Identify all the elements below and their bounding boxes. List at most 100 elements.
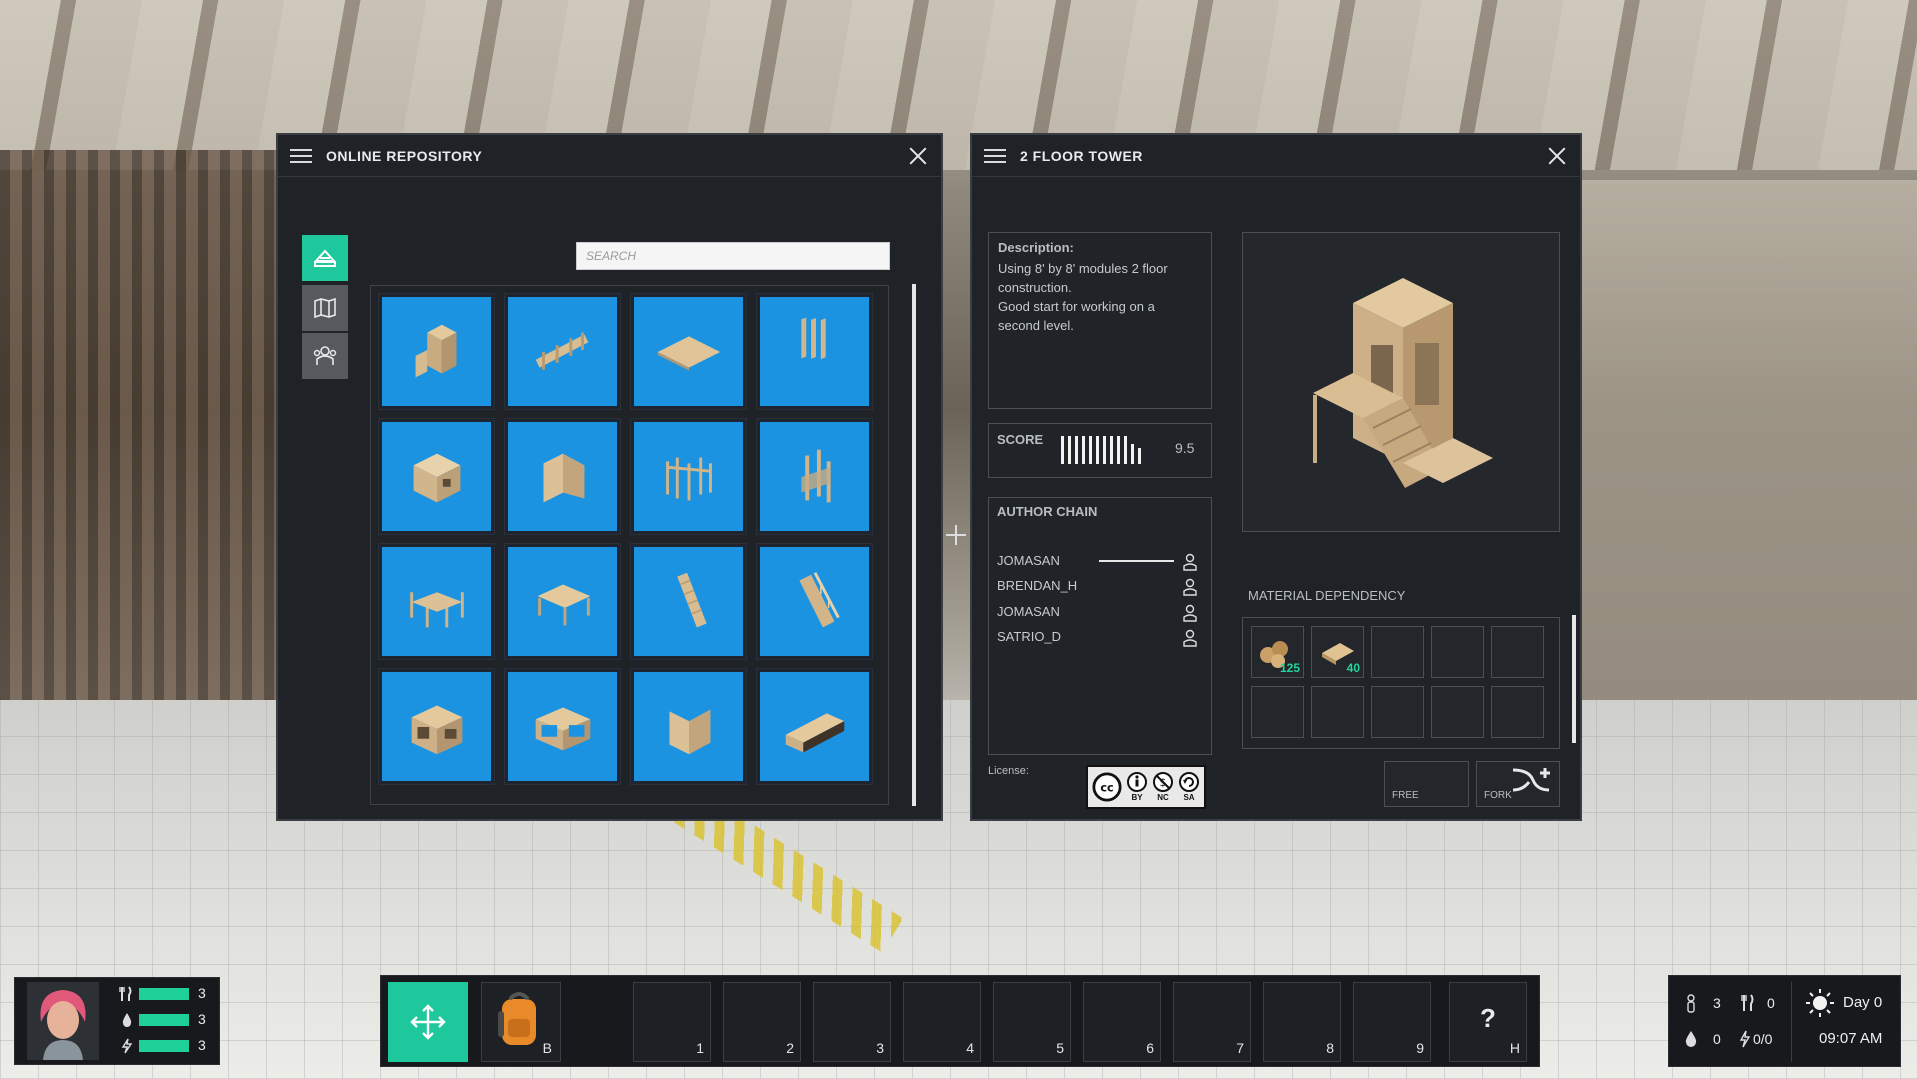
description-label: Description:: [998, 240, 1074, 255]
corner-wall-model: [543, 453, 584, 502]
attribution-icon: [1127, 772, 1147, 792]
blueprint-tile[interactable]: [630, 418, 747, 535]
material-slot[interactable]: 125: [1251, 626, 1304, 678]
hotbar-slot-5[interactable]: 5: [993, 982, 1071, 1062]
hotbar-slot-2[interactable]: 2: [723, 982, 801, 1062]
community-icon: [313, 346, 337, 365]
material-slot[interactable]: [1491, 626, 1544, 678]
close-icon[interactable]: [907, 145, 929, 167]
description-line: Good start for working on a: [998, 299, 1155, 314]
slot-number: 3: [876, 1040, 884, 1056]
person-icon[interactable]: [1183, 553, 1197, 571]
material-count: 40: [1346, 661, 1360, 675]
water-icon: [122, 1013, 132, 1027]
blueprint-tile[interactable]: [504, 543, 621, 660]
fork-icon: [1512, 768, 1550, 792]
slot-number: 5: [1056, 1040, 1064, 1056]
tower-preview-image: [1313, 278, 1493, 488]
score-value: 9.5: [1175, 440, 1195, 456]
move-tool-button[interactable]: [388, 982, 468, 1062]
hotbar-slot-8[interactable]: 8: [1263, 982, 1341, 1062]
water-bar: [139, 1014, 189, 1026]
search-input[interactable]: SEARCH: [576, 242, 890, 270]
menu-icon[interactable]: [984, 148, 1006, 163]
backpack-button[interactable]: B: [481, 982, 561, 1062]
material-slot[interactable]: [1251, 686, 1304, 738]
rail-model: [800, 317, 826, 359]
blueprint-tile[interactable]: [630, 293, 747, 410]
crosshair-v: [955, 525, 957, 545]
blueprint-tile[interactable]: [378, 293, 495, 410]
hotbar-slot-1[interactable]: 1: [633, 982, 711, 1062]
svg-text:cc: cc: [1100, 782, 1113, 795]
author-name[interactable]: JOMASAN: [997, 553, 1060, 568]
colony-status-panel: 3 0 0 0/0 Day 0 09:07 AM: [1668, 975, 1901, 1067]
blueprint-tile[interactable]: [756, 293, 873, 410]
backpack-icon: [498, 992, 536, 1045]
blueprint-tile[interactable]: [756, 543, 873, 660]
blueprint-tile[interactable]: [378, 668, 495, 785]
author-name[interactable]: SATRIO_D: [997, 629, 1061, 644]
avatar[interactable]: [27, 982, 99, 1060]
repository-title: ONLINE REPOSITORY: [326, 147, 483, 164]
material-slot[interactable]: [1431, 626, 1484, 678]
close-icon[interactable]: [1546, 145, 1568, 167]
house-module-model: [411, 705, 462, 754]
repository-header: ONLINE REPOSITORY: [278, 135, 941, 177]
material-slot[interactable]: 40: [1311, 626, 1364, 678]
repository-scrollbar[interactable]: [912, 284, 916, 806]
blueprint-tile[interactable]: [630, 543, 747, 660]
power-stock: 0/0: [1753, 1031, 1773, 1047]
water-icon: [1685, 1031, 1697, 1047]
material-slot[interactable]: [1431, 686, 1484, 738]
person-icon[interactable]: [1183, 604, 1197, 622]
material-slot[interactable]: [1371, 626, 1424, 678]
blueprint-tile[interactable]: [756, 668, 873, 785]
blueprint-tile[interactable]: [504, 668, 621, 785]
blueprint-tile[interactable]: [378, 418, 495, 535]
fork-button[interactable]: FORK: [1476, 761, 1560, 807]
blueprint-tile[interactable]: [630, 668, 747, 785]
author-name[interactable]: JOMASAN: [997, 604, 1060, 619]
menu-icon[interactable]: [290, 148, 312, 163]
fork-label: FORK: [1484, 790, 1512, 801]
slot-number: 2: [786, 1040, 794, 1056]
help-button[interactable]: ? H: [1449, 982, 1527, 1062]
hotbar-slot-9[interactable]: 9: [1353, 982, 1431, 1062]
license-by: BY: [1131, 793, 1143, 802]
hotbar-slot-7[interactable]: 7: [1173, 982, 1251, 1062]
map-tab[interactable]: [302, 285, 348, 331]
description-text: Using 8' by 8' modules 2 floor construct…: [998, 259, 1203, 335]
blueprint-grid: [370, 285, 889, 805]
description-line: second level.: [998, 318, 1074, 333]
blueprint-tile[interactable]: [504, 418, 621, 535]
material-count: 125: [1279, 661, 1300, 675]
blueprint-tile[interactable]: [756, 418, 873, 535]
free-button[interactable]: FREE: [1384, 761, 1469, 807]
day-counter: Day 0: [1843, 994, 1883, 1011]
blueprint-tile[interactable]: [378, 543, 495, 660]
material-slot[interactable]: [1491, 686, 1544, 738]
right-wall-background: [1567, 180, 1917, 700]
hotbar-slot-4[interactable]: 4: [903, 982, 981, 1062]
repository-icon: [313, 249, 337, 267]
material-grid: 125 40: [1242, 617, 1560, 749]
hotbar-slot-3[interactable]: 3: [813, 982, 891, 1062]
person-icon[interactable]: [1183, 578, 1197, 596]
community-tab[interactable]: [302, 333, 348, 379]
hotbar-slot-6[interactable]: 6: [1083, 982, 1161, 1062]
repository-tab[interactable]: [302, 235, 348, 281]
person-icon[interactable]: [1183, 629, 1197, 647]
blueprint-tile[interactable]: [504, 293, 621, 410]
sun-icon: [1806, 989, 1834, 1017]
author-chain-link: [1099, 560, 1174, 562]
energy-value: 3: [198, 1037, 206, 1053]
material-slot[interactable]: [1311, 686, 1364, 738]
author-name[interactable]: BRENDAN_H: [997, 578, 1077, 593]
material-scrollbar[interactable]: [1572, 615, 1576, 743]
frame-cluster-model: [665, 457, 712, 500]
slot-number: 8: [1326, 1040, 1334, 1056]
cc-license-badge[interactable]: cc BY $ NC SA: [1086, 765, 1206, 809]
tower-model: [415, 324, 456, 377]
material-slot[interactable]: [1371, 686, 1424, 738]
